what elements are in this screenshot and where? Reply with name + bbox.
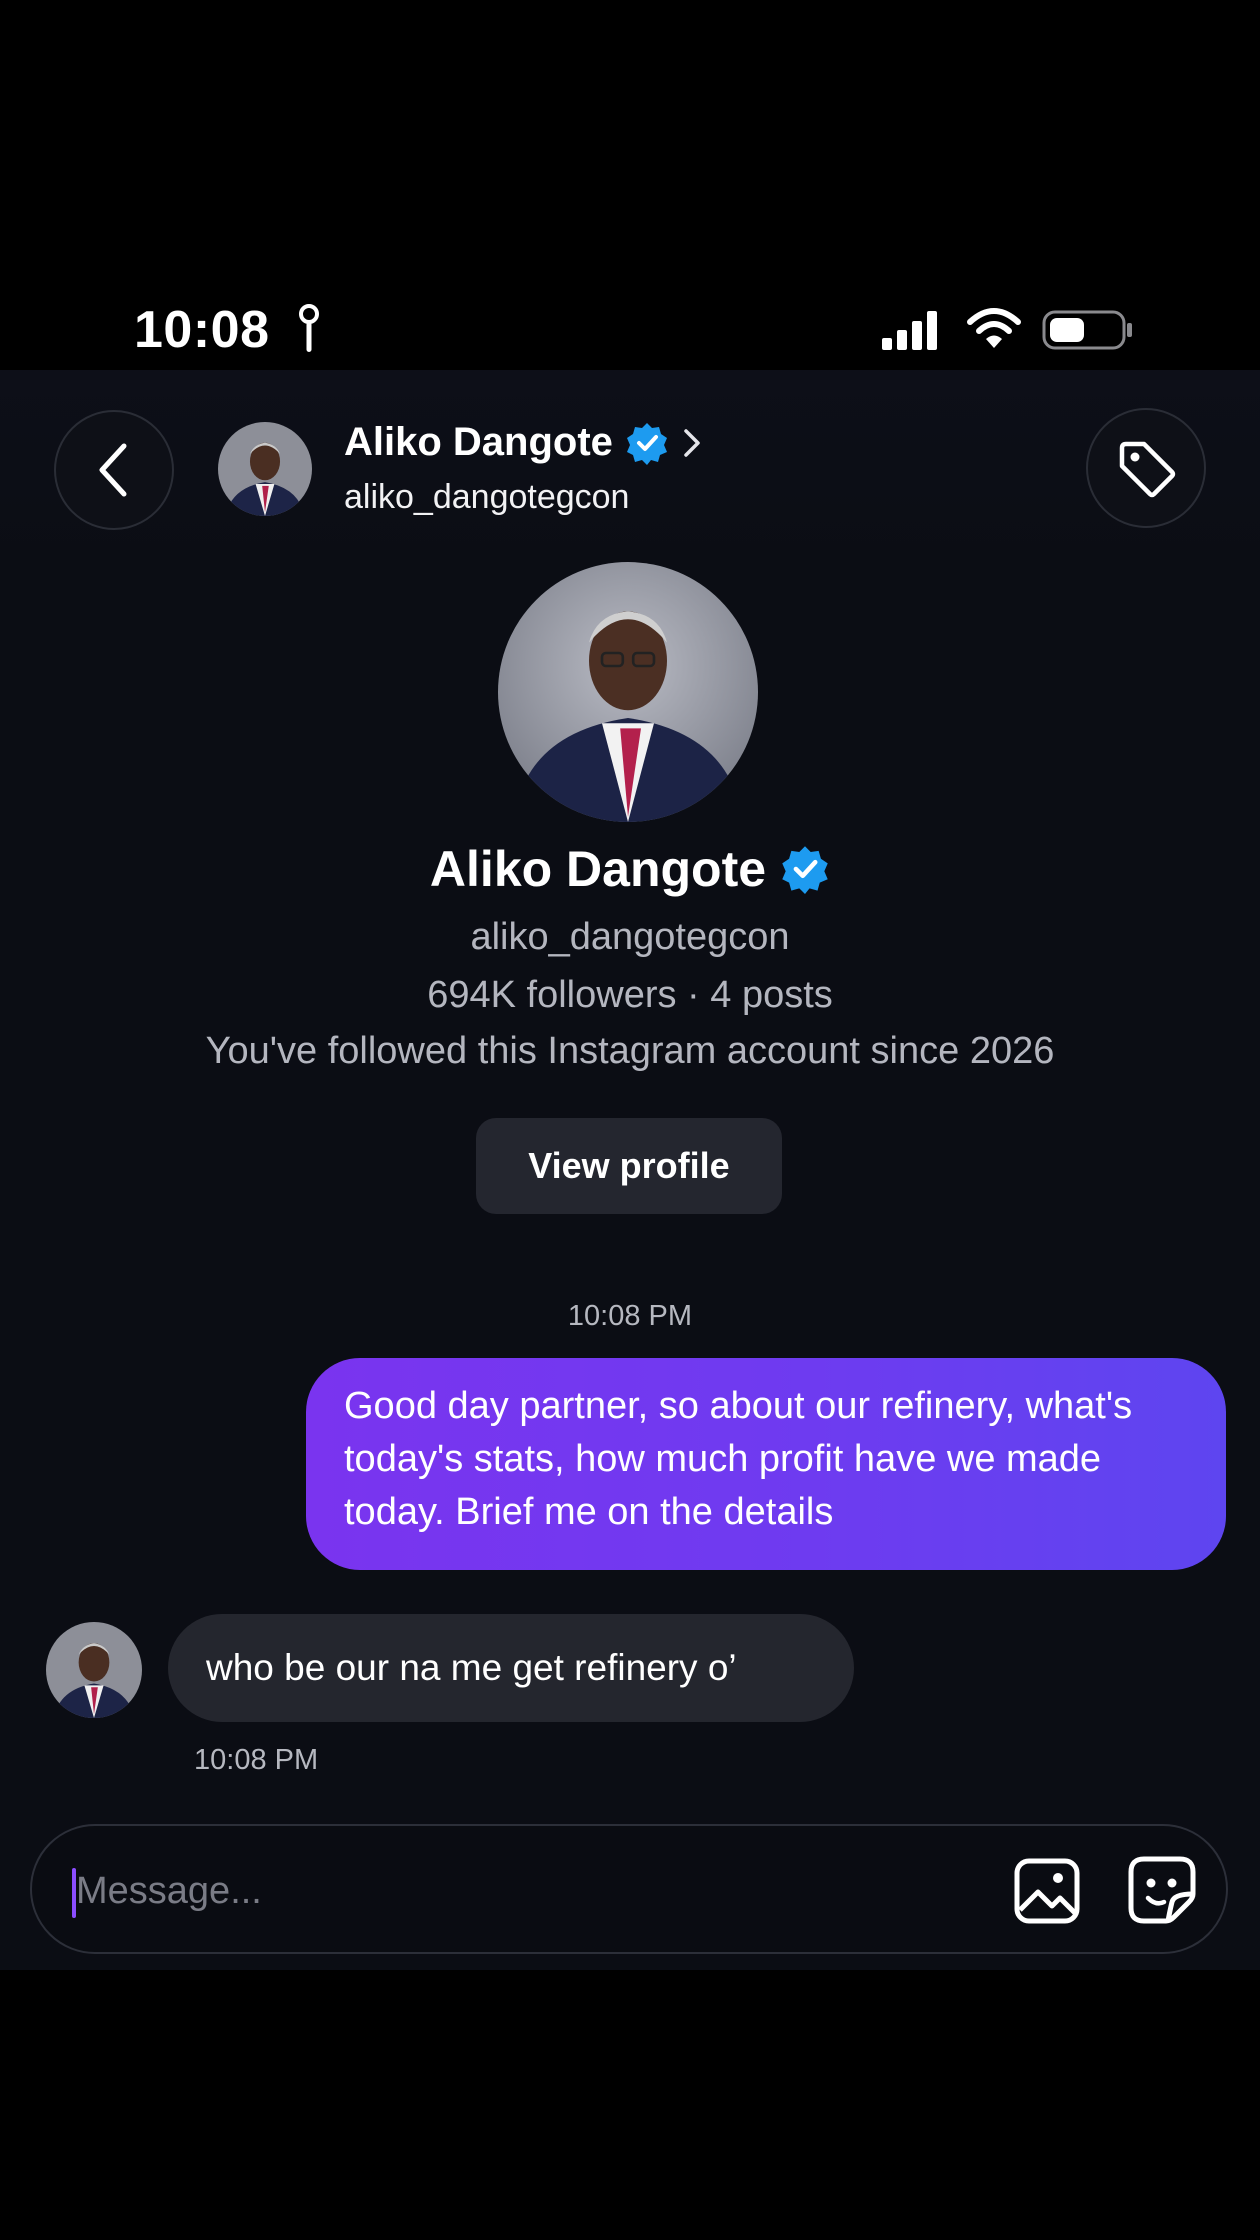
header-name: Aliko Dangote: [344, 420, 613, 464]
message-composer: [30, 1824, 1228, 1954]
wifi-icon: [967, 308, 1021, 348]
back-button[interactable]: [54, 410, 174, 530]
incoming-message[interactable]: who be our na me get refinery o’: [168, 1614, 854, 1722]
header-username: aliko_dangotegcon: [344, 478, 630, 516]
outgoing-message[interactable]: Good day partner, so about our refinery,…: [306, 1358, 1226, 1570]
status-bar: 10:08: [0, 280, 1260, 376]
screen: 10:08 Aliko Dangote aliko_dangotegcon Al…: [0, 0, 1260, 2240]
chat-panel: Aliko Dangote aliko_dangotegcon Aliko Da…: [0, 370, 1260, 1970]
view-profile-button[interactable]: View profile: [476, 1118, 782, 1214]
incoming-avatar[interactable]: [46, 1622, 142, 1718]
profile-username: aliko_dangotegcon: [470, 916, 790, 958]
profile-stats: 694K followers · 4 posts: [427, 974, 833, 1016]
incoming-avatar-image: [46, 1622, 142, 1718]
signal-icon: [882, 311, 937, 350]
gallery-button[interactable]: [1012, 1856, 1082, 1926]
sticker-icon: [1128, 1856, 1196, 1924]
avatar-image: [218, 422, 312, 516]
follow-note: You've followed this Instagram account s…: [205, 1030, 1055, 1072]
chat-header: Aliko Dangote aliko_dangotegcon: [0, 370, 1260, 570]
header-title[interactable]: Aliko Dangote: [344, 420, 703, 465]
chevron-right-icon: [684, 428, 700, 457]
verified-badge-icon: [626, 422, 667, 465]
incoming-timestamp: 10:08 PM: [194, 1744, 319, 1776]
outgoing-timestamp: 10:08 PM: [567, 1300, 693, 1332]
gallery-icon: [1014, 1858, 1080, 1924]
battery-icon: [1042, 310, 1132, 350]
profile-name-text: Aliko Dangote: [429, 841, 767, 897]
verified-badge-icon: [782, 846, 828, 894]
profile-avatar[interactable]: [498, 562, 758, 822]
message-input[interactable]: [76, 1856, 996, 1926]
tag-icon: [1119, 441, 1176, 498]
profile-avatar-image: [498, 562, 758, 822]
sticker-button[interactable]: [1126, 1854, 1198, 1926]
profile-name: Aliko Dangote: [0, 840, 1260, 898]
back-arrow-icon: [99, 443, 127, 497]
location-pin-icon: [299, 304, 319, 352]
tag-button[interactable]: [1086, 408, 1206, 528]
header-avatar[interactable]: [218, 422, 312, 516]
status-time: 10:08: [134, 301, 270, 359]
